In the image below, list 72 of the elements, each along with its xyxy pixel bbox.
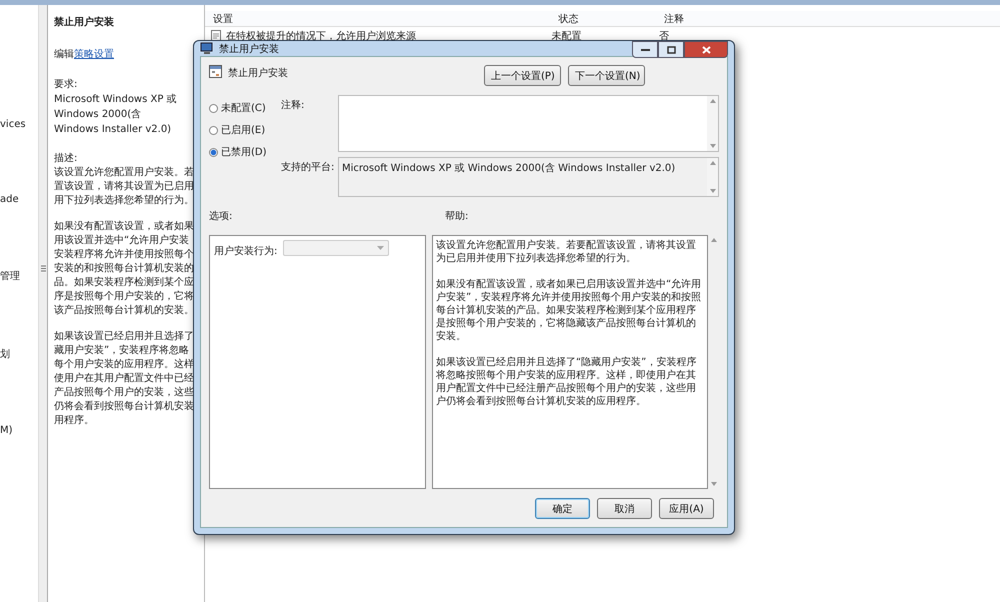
description-line: 如果没有配置该设置，或者如果	[54, 220, 194, 234]
tree-item[interactable]: vices	[0, 119, 26, 130]
description-line: 该产品按照每台计算机的安装。	[54, 304, 194, 318]
tree-item[interactable]: 管理	[0, 269, 20, 283]
requirements-text: Microsoft Windows XP 或 Windows 2000(含 Windows Installer v2.0)	[54, 92, 178, 137]
dialog-button[interactable]: 确定	[535, 498, 590, 519]
description-line: 安装程序将允许并使用按照每个	[54, 248, 194, 262]
description-line: 用程序。	[54, 414, 94, 428]
platform-field: Microsoft Windows XP 或 Windows 2000(含 Windows Installer v2.0)	[338, 157, 719, 197]
column-header[interactable]: 注释	[626, 12, 714, 26]
nav-button[interactable]: 上一个设置(P)	[484, 65, 561, 86]
policy-title: 禁止用户安装	[54, 15, 115, 29]
description-line: 该设置允许您配置用户安装。若	[54, 166, 194, 180]
caret-icon	[377, 246, 384, 250]
scrollbar[interactable]	[707, 158, 718, 196]
help-paragraph: 如果该设置已经启用并且选择了“隐藏用户安装”，安装程序将忽略按照每个用户安装的应用程序。这样，即使用户在其用户配置文件中已经注册产品按照每个用户的安装，这些用户仍将会看到按照每台计算机安装的应用程序。	[436, 356, 698, 408]
scroll-up-icon[interactable]	[710, 161, 716, 165]
description-line: 序是按照每个用户安装的，它将	[54, 290, 194, 304]
description-line: 如果该设置已经启用并且选择了	[54, 330, 194, 344]
nav-button[interactable]: 下一个设置(N)	[568, 65, 645, 86]
scrollbar[interactable]	[707, 96, 718, 151]
radio-option[interactable]: 已禁用(D)	[209, 145, 281, 159]
setting-icon	[211, 30, 221, 41]
setting-state: 未配置	[550, 30, 582, 42]
help-paragraph: 该设置允许您配置用户安装。若要配置该设置，请将其设置为已启用并使用下拉列表选择您希望的行为。	[436, 239, 697, 265]
help-label: 帮助:	[445, 210, 470, 224]
description-line: 置该设置，请将其设置为已启用	[54, 180, 194, 194]
maximize-icon	[666, 46, 676, 54]
splitter-grip-icon[interactable]	[40, 265, 46, 272]
window-title: 禁止用户安装	[219, 42, 279, 56]
computer-icon	[200, 42, 214, 55]
dropdown[interactable]	[283, 240, 390, 256]
scroll-up-icon[interactable]	[710, 99, 716, 103]
platform-label: 支持的平台:	[281, 160, 336, 175]
options-label: 选项:	[209, 210, 234, 224]
description-line: 用该设置并选中“允许用户安装	[54, 234, 190, 248]
description-line: 用下拉列表选择您希望的行为。	[54, 194, 194, 208]
help-paragraph: 如果没有配置该设置，或者如果已启用该设置并选中“允许用户安装”，安装程序将允许并使用按照每个用户安装的和按照每台计算机安装的产品。如果安装程序检测到某个应用程序是按照每个用户安装的，它将隐藏该产品按照每台计算机的安装。	[436, 278, 702, 343]
setting-comment: 否	[658, 30, 670, 42]
dialog-button[interactable]: 应用(A)	[659, 498, 714, 519]
scroll-down-icon[interactable]	[710, 144, 716, 148]
radio-option[interactable]: 已启用(E)	[209, 123, 281, 137]
close-button[interactable]	[684, 41, 728, 58]
description-line: 品。如果安装程序检测到某个应	[54, 276, 194, 290]
description-label: 描述:	[54, 152, 78, 166]
radio-option[interactable]: 未配置(C)	[209, 101, 281, 115]
minimize-icon	[640, 48, 650, 51]
maximize-button[interactable]	[658, 41, 684, 58]
minimize-button[interactable]	[632, 41, 658, 58]
column-header[interactable]: 设置	[205, 12, 503, 26]
option-label: 用户安装行为:	[214, 244, 278, 258]
policy-icon	[209, 65, 222, 78]
scroll-down-icon[interactable]	[710, 482, 716, 486]
description-line: 藏用户安装”，安装程序将忽略	[54, 344, 190, 358]
dialog-button[interactable]: 取消	[597, 498, 652, 519]
description-line: 使用户在其用户配置文件中已经	[54, 372, 194, 386]
comment-label: 注释:	[281, 98, 306, 113]
policy-settings-link[interactable]: 策略设置	[74, 49, 114, 60]
tree-item[interactable]: M)	[0, 425, 13, 436]
description-line: 安装的和按照每台计算机安装的	[54, 262, 194, 276]
scroll-up-icon[interactable]	[710, 238, 716, 242]
tree-item[interactable]: 划	[0, 347, 10, 361]
comment-field[interactable]	[338, 95, 719, 152]
tree-item[interactable]: ade	[0, 194, 19, 205]
requirements-label: 要求:	[54, 78, 78, 92]
scroll-down-icon[interactable]	[710, 189, 716, 193]
column-header[interactable]: 状态	[503, 12, 626, 26]
close-icon	[702, 46, 710, 54]
description-line: 仍将会看到按照每台计算机安装	[54, 400, 194, 414]
setting-title: 禁止用户安装	[228, 66, 288, 80]
description-line: 每个用户安装的应用程序。这样	[54, 358, 194, 372]
setting-name[interactable]: 在特权被提升的情况下，允许用户浏览来源	[224, 28, 509, 42]
